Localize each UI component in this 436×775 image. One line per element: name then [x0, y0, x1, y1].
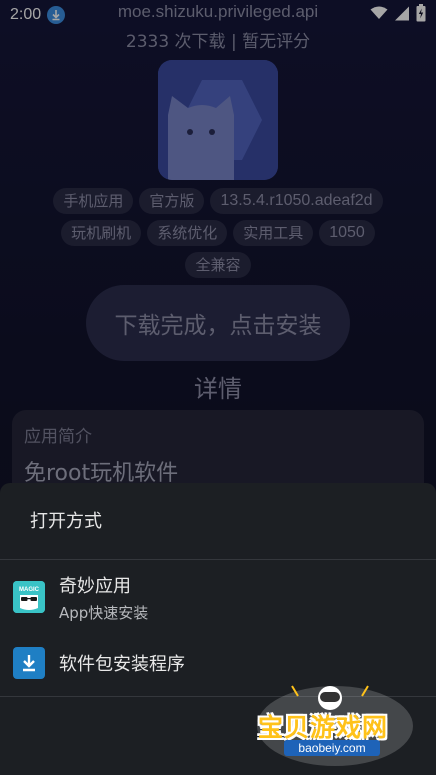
magic-app-icon: MAGIC — [13, 581, 45, 613]
option-subtitle: App快速安装 — [59, 603, 149, 622]
watermark-logo: 宝贝游戏网 baobeiy.com — [250, 678, 420, 773]
option-name: 软件包安装程序 — [59, 654, 185, 675]
watermark-url: baobeiy.com — [284, 740, 380, 756]
option-magic-app[interactable]: MAGIC 奇妙应用 App快速安装 — [0, 569, 436, 625]
package-installer-icon — [13, 647, 45, 679]
option-name: 奇妙应用 — [59, 575, 131, 597]
magic-app-icon-label: MAGIC — [19, 587, 40, 593]
watermark-text: 宝贝游戏网 — [258, 713, 389, 742]
divider — [0, 559, 436, 560]
sheet-title: 打开方式 — [30, 511, 102, 532]
